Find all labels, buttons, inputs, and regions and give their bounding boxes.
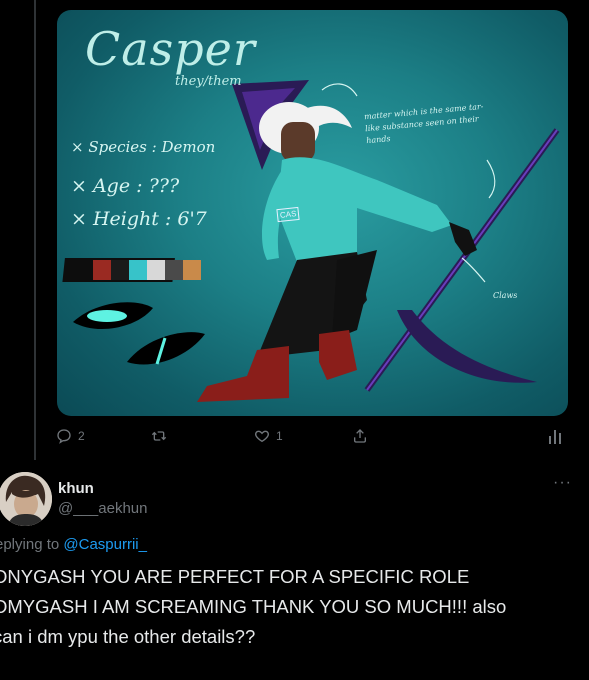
reply-icon bbox=[57, 429, 71, 444]
retweet-button[interactable] bbox=[150, 428, 168, 444]
like-count: 1 bbox=[276, 429, 283, 443]
tweet-action-bar: 2 1 bbox=[0, 428, 589, 448]
tweet-media-image[interactable]: Casper they/them × Species : Demon × Age… bbox=[57, 10, 568, 416]
replying-to-label: eplying to bbox=[0, 536, 64, 553]
more-options-icon[interactable]: ··· bbox=[553, 474, 572, 492]
share-button[interactable] bbox=[352, 428, 368, 444]
palette-swatch bbox=[93, 260, 111, 280]
avatar[interactable] bbox=[0, 472, 52, 526]
analytics-button[interactable] bbox=[548, 428, 562, 444]
palette-swatch bbox=[111, 260, 129, 280]
avatar-image bbox=[0, 472, 52, 526]
stat-species: × Species : Demon bbox=[71, 138, 216, 156]
reply-count: 2 bbox=[78, 429, 85, 443]
annotation-claws: Claws bbox=[493, 291, 518, 300]
stat-age: × Age : ??? bbox=[71, 175, 180, 197]
user-handle[interactable]: @___aekhun bbox=[58, 500, 147, 517]
palette-swatch bbox=[129, 260, 147, 280]
like-button[interactable]: 1 bbox=[254, 428, 283, 444]
analytics-icon bbox=[549, 430, 561, 444]
character-pronouns: they/them bbox=[175, 74, 242, 89]
share-icon bbox=[354, 429, 366, 443]
replying-to: eplying to @Caspurrii_ bbox=[0, 536, 147, 553]
heart-icon bbox=[255, 430, 269, 443]
tweet-text-line: ONYGASH YOU ARE PERFECT FOR A SPECIFIC R… bbox=[0, 566, 470, 587]
stat-height: × Height : 6'7 bbox=[71, 208, 207, 230]
palette-swatch bbox=[183, 260, 201, 280]
tweet-text-line: can i dm ypu the other details?? bbox=[0, 626, 256, 647]
character-face bbox=[281, 122, 315, 162]
character-boot-right bbox=[319, 330, 357, 380]
tweet-text-line: OMYGASH I AM SCREAMING THANK YOU SO MUCH… bbox=[0, 596, 507, 617]
reply-button[interactable]: 2 bbox=[56, 428, 85, 444]
palette-swatch bbox=[165, 260, 183, 280]
mention-link[interactable]: @Caspurrii_ bbox=[63, 536, 147, 553]
character-name: Casper bbox=[85, 22, 256, 76]
retweet-icon bbox=[151, 431, 167, 441]
palette-swatch bbox=[147, 260, 165, 280]
character-clawed-hand bbox=[449, 222, 477, 256]
display-name[interactable]: khun bbox=[58, 480, 94, 497]
character-hoodie bbox=[277, 157, 452, 262]
eye-reference-2 bbox=[127, 332, 205, 365]
character-boot-left bbox=[197, 346, 289, 402]
thread-line bbox=[34, 0, 36, 460]
scythe-lower-blade bbox=[397, 310, 537, 383]
color-palette bbox=[62, 258, 201, 282]
artist-signature: CAS bbox=[276, 206, 301, 223]
tweet-text: ONYGASH YOU ARE PERFECT FOR A SPECIFIC R… bbox=[0, 562, 585, 652]
